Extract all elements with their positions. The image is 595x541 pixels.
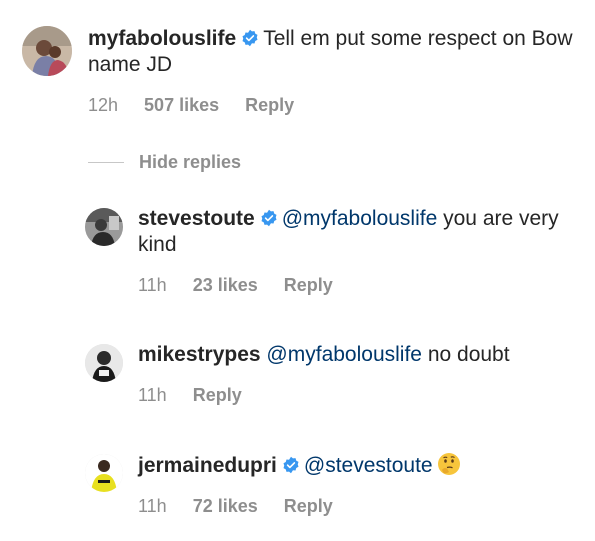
mention-link[interactable]: @stevestoute (304, 454, 433, 477)
likes-count[interactable]: 72 likes (193, 496, 258, 517)
timestamp: 12h (88, 95, 119, 115)
username[interactable]: mikestrypes (138, 343, 261, 366)
comment-meta: 11h 23 likes Reply (138, 275, 580, 296)
username[interactable]: myfabolouslife (88, 27, 236, 50)
comment-thread: myfabolouslife Tell em put some respect o… (0, 0, 595, 541)
reply-comment: stevestoute @myfabolouslife you are very … (85, 206, 580, 296)
avatar[interactable] (85, 344, 123, 382)
likes-count[interactable]: 23 likes (193, 275, 258, 296)
comment-meta: 12h 507 likes Reply (88, 95, 582, 116)
avatar[interactable] (85, 454, 123, 492)
verified-badge-icon (282, 456, 300, 474)
avatar[interactable] (85, 208, 123, 246)
comment-meta: 11h 72 likes Reply (138, 496, 580, 517)
thinking-face-emoji-icon (437, 452, 461, 476)
reply-button[interactable]: Reply (284, 496, 333, 517)
hide-replies-label: Hide replies (139, 152, 242, 172)
likes-count[interactable]: 507 likes (144, 95, 219, 116)
timestamp: 11h (138, 385, 167, 405)
comment-text: myfabolouslife Tell em put some respect o… (88, 26, 578, 78)
reply-button[interactable]: Reply (284, 275, 333, 296)
verified-badge-icon (260, 209, 278, 227)
comment-meta: 11h Reply (138, 385, 580, 406)
avatar[interactable] (22, 26, 72, 76)
reply-comment: jermainedupri @stevestoute 11h 72 likes R… (85, 452, 580, 517)
comment-text: jermainedupri @stevestoute (138, 452, 568, 479)
timestamp: 11h (138, 496, 167, 516)
username[interactable]: jermainedupri (138, 454, 277, 477)
divider-line (88, 162, 124, 163)
comment-text: mikestrypes @myfabolouslife no doubt (138, 342, 568, 368)
comment-body: no doubt (427, 343, 510, 366)
verified-badge-icon (241, 29, 259, 47)
timestamp: 11h (138, 275, 167, 295)
comment: myfabolouslife Tell em put some respect o… (22, 26, 582, 116)
reply-button[interactable]: Reply (245, 95, 294, 116)
comment-text: stevestoute @myfabolouslife you are very … (138, 206, 568, 258)
mention-link[interactable]: @myfabolouslife (266, 343, 422, 366)
reply-button[interactable]: Reply (193, 385, 242, 406)
hide-replies-button[interactable]: Hide replies (88, 152, 241, 173)
reply-comment: mikestrypes @myfabolouslife no doubt 11h… (85, 342, 580, 406)
mention-link[interactable]: @myfabolouslife (282, 207, 438, 230)
username[interactable]: stevestoute (138, 207, 255, 230)
